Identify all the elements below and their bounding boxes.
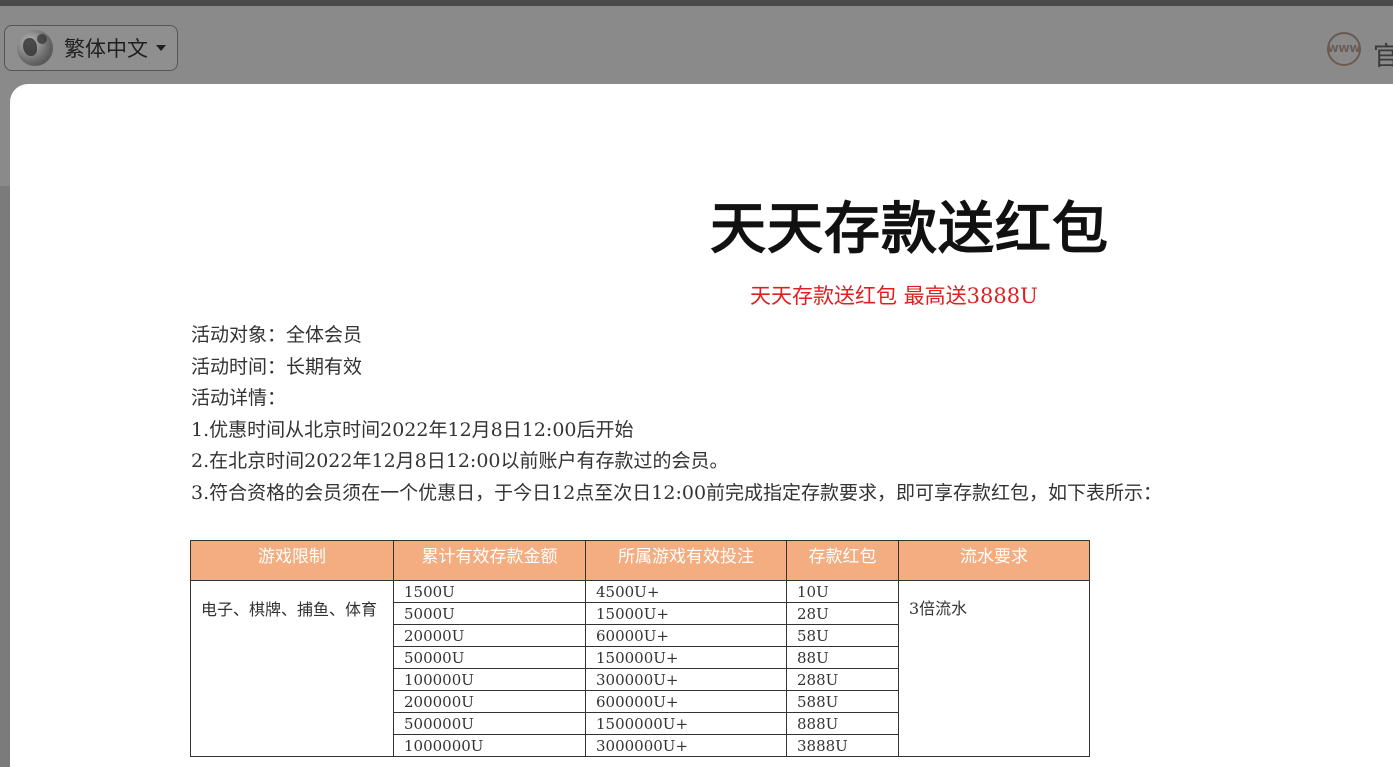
table-header-row: 游戏限制 累计有效存款金额 所属游戏有效投注 存款红包 流水要求: [190, 540, 1090, 581]
detail-rule-1: 1.优惠时间从北京时间2022年12月8日12:00后开始: [191, 418, 634, 441]
language-label: 繁体中文: [64, 37, 148, 61]
bonus-table: 游戏限制 累计有效存款金额 所属游戏有效投注 存款红包 流水要求 电子、棋牌、捕…: [190, 540, 1090, 757]
official-site-label[interactable]: 官: [1373, 36, 1393, 73]
bonus-cell: 3888U: [786, 734, 899, 757]
column-header-bonus: 存款红包: [786, 540, 899, 581]
detail-rule-3: 3.符合资格的会员须在一个优惠日，于今日12点至次日12:00前完成指定存款要求…: [191, 481, 1163, 504]
column-header-bet: 所属游戏有效投注: [585, 540, 787, 581]
deposit-cell: 50000U: [393, 646, 586, 669]
deposit-cell: 1500U: [393, 580, 586, 603]
promo-modal: 天天存款送红包 天天存款送红包 最高送3888U 活动对象：全体会员 活动时间：…: [10, 84, 1393, 767]
bet-cell: 15000U+: [585, 602, 787, 625]
table-row: 电子、棋牌、捕鱼、体育 1500U 4500U+ 10U 3倍流水: [190, 580, 1090, 757]
bonus-cell: 10U: [786, 580, 899, 603]
bonus-cell: 88U: [786, 646, 899, 669]
deposit-cell: 20000U: [393, 624, 586, 647]
detail-target: 活动对象：全体会员: [191, 324, 363, 346]
bonus-cell: 888U: [786, 712, 899, 735]
bet-cell: 4500U+: [585, 580, 787, 603]
bet-cell: 60000U+: [585, 624, 787, 647]
deposit-cell: 1000000U: [393, 734, 586, 757]
chevron-down-icon: [156, 45, 166, 51]
game-limit-cell: 电子、棋牌、捕鱼、体育: [190, 580, 394, 757]
bet-cell: 1500000U+: [585, 712, 787, 735]
promo-subtitle: 天天存款送红包 最高送3888U: [750, 284, 1038, 308]
column-header-deposit: 累计有效存款金额: [393, 540, 586, 581]
bonus-cell: 58U: [786, 624, 899, 647]
deposit-cell: 5000U: [393, 602, 586, 625]
column-header-flow: 流水要求: [898, 540, 1090, 581]
www-icon[interactable]: WWW: [1327, 32, 1361, 66]
bet-cell: 3000000U+: [585, 734, 787, 757]
column-header-game-limit: 游戏限制: [190, 540, 394, 581]
deposit-cell: 500000U: [393, 712, 586, 735]
bonus-cell: 28U: [786, 602, 899, 625]
bonus-cell: 588U: [786, 690, 899, 713]
bet-cell: 600000U+: [585, 690, 787, 713]
flow-requirement-cell: 3倍流水: [898, 580, 1090, 757]
detail-rule-2: 2.在北京时间2022年12月8日12:00以前账户有存款过的会员。: [191, 450, 729, 473]
deposit-cell: 100000U: [393, 668, 586, 691]
language-selector[interactable]: 繁体中文: [4, 25, 178, 71]
promo-title: 天天存款送红包: [710, 197, 1109, 262]
detail-time: 活动时间：长期有效: [191, 355, 363, 378]
globe-icon: [17, 30, 53, 66]
promo-details: 活动对象：全体会员 活动时间：长期有效 活动详情： 1.优惠时间从北京时间202…: [191, 320, 1162, 510]
bet-cell: 300000U+: [585, 668, 787, 691]
bet-cell: 150000U+: [585, 646, 787, 669]
deposit-cell: 200000U: [393, 690, 586, 713]
detail-heading: 活动详情：: [191, 387, 287, 410]
bonus-cell: 288U: [786, 668, 899, 691]
